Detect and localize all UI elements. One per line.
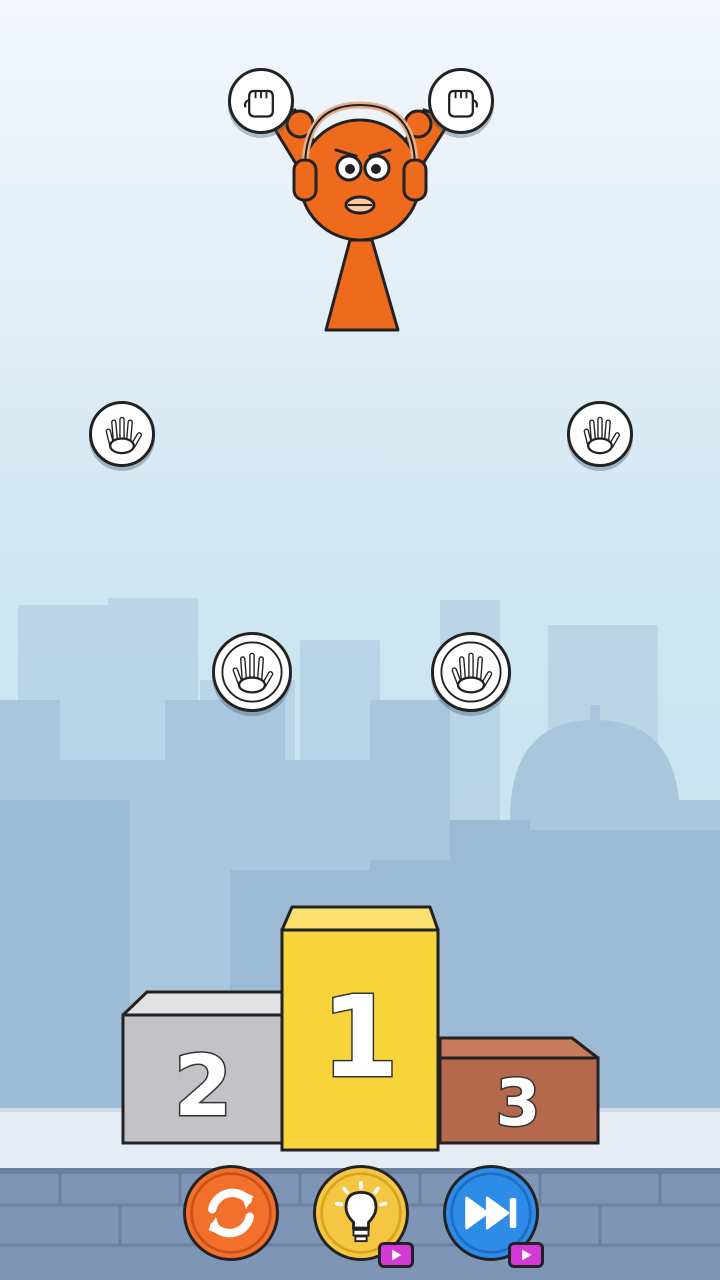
- hint-ad-badge: [378, 1242, 414, 1268]
- podium-third-label: 3: [494, 1066, 542, 1143]
- restart-button[interactable]: [183, 1165, 279, 1261]
- play-video-icon: [392, 1249, 402, 1261]
- podium-second-label: 2: [172, 1037, 233, 1136]
- skip-ad-badge: [508, 1242, 544, 1268]
- play-video-icon: [522, 1249, 532, 1261]
- podium-first-label: 1: [320, 973, 401, 1103]
- game-scene: 2 1 3: [0, 0, 720, 1280]
- restart-icon: [190, 1172, 272, 1254]
